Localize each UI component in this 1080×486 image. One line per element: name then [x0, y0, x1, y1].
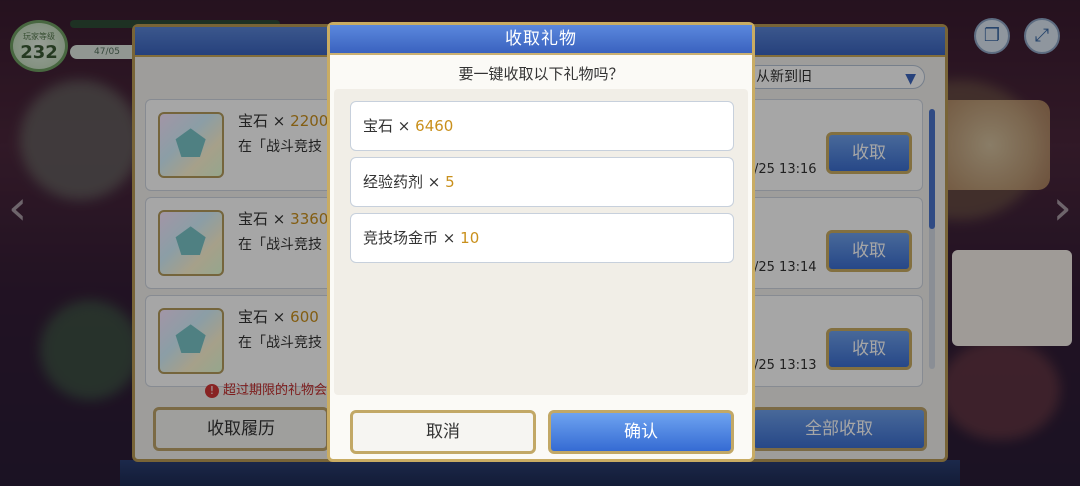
- confirm-button[interactable]: 确认: [548, 410, 734, 454]
- cancel-button[interactable]: 取消: [350, 410, 536, 454]
- list-item: 经验药剂 × 5: [350, 157, 734, 207]
- list-item: 宝石 × 6460: [350, 101, 734, 151]
- dialog-title: 收取礼物: [330, 25, 752, 55]
- claim-gifts-dialog: 收取礼物 要一键收取以下礼物吗？ 宝石 × 6460 经验药剂 × 5 竞技场金…: [327, 22, 755, 462]
- dialog-question: 要一键收取以下礼物吗？: [458, 65, 624, 83]
- dialog-item-list: 宝石 × 6460 经验药剂 × 5 竞技场金币 × 10: [334, 89, 748, 395]
- list-item: 竞技场金币 × 10: [350, 213, 734, 263]
